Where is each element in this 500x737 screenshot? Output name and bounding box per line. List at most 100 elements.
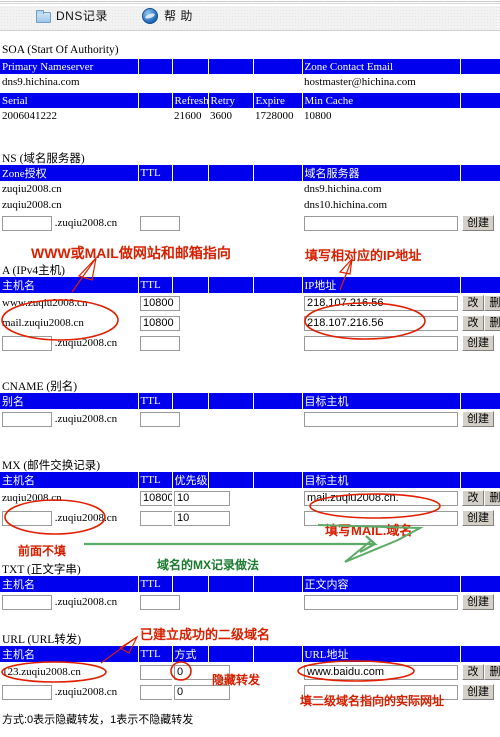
url-col-hostname: 主机名 bbox=[0, 646, 139, 662]
ns-col-blank-4 bbox=[460, 165, 500, 181]
a-new-ip-input[interactable] bbox=[304, 335, 458, 351]
ns-new-host-input[interactable] bbox=[2, 215, 52, 231]
soa-col-blank-6 bbox=[138, 93, 173, 108]
soa-data-row-1: dns9.hichina.com hostmaster@hichina.com bbox=[0, 74, 500, 90]
url-row-ttl-input[interactable] bbox=[140, 664, 172, 680]
annotation-url-host-note: 已建立成功的二级域名 bbox=[140, 627, 271, 642]
a-row-ip-cell bbox=[302, 313, 460, 333]
txt-table: 主机名 TTL 正文内容 .zuqiu2008.cn 创建 bbox=[0, 576, 500, 612]
url-host-suffix: .zuqiu2008.cn bbox=[54, 685, 118, 698]
mx-create-button[interactable]: 创建 bbox=[462, 510, 494, 526]
url-header-row: 主机名 TTL 方式 URL地址 bbox=[0, 646, 500, 662]
a-row-ip-input[interactable] bbox=[304, 315, 458, 331]
a-edit-button[interactable]: 改 bbox=[462, 315, 484, 331]
a-row-action-cell: 改删 bbox=[460, 313, 500, 333]
ns-table: Zone授权 TTL 域名服务器 zuqiu2008.cn dns9.hichi… bbox=[0, 165, 500, 233]
a-col-blank-2 bbox=[208, 277, 254, 293]
cname-new-row: .zuqiu2008.cn 创建 bbox=[0, 409, 500, 429]
mx-edit-button[interactable]: 改 bbox=[462, 490, 484, 506]
cname-new-alias-input[interactable] bbox=[2, 411, 52, 427]
a-delete-button[interactable]: 删 bbox=[484, 295, 500, 311]
soa-table-1: Primary Nameserver Zone Contact Email dn… bbox=[0, 59, 500, 90]
a-row-ttl-input[interactable] bbox=[140, 315, 180, 331]
txt-col-blank-2 bbox=[208, 576, 254, 592]
cname-new-ttl-input[interactable] bbox=[140, 411, 180, 427]
ns-new-ttl-input[interactable] bbox=[140, 215, 180, 231]
cname-col-ttl: TTL bbox=[138, 393, 173, 409]
cname-new-target-cell bbox=[302, 409, 460, 429]
a-col-ttl: TTL bbox=[138, 277, 173, 293]
mx-row-prio-cell bbox=[172, 488, 302, 508]
a-col-blank-3 bbox=[253, 277, 303, 293]
txt-new-content-input[interactable] bbox=[304, 594, 458, 610]
a-create-button[interactable]: 创建 bbox=[462, 335, 494, 351]
txt-new-ttl-input[interactable] bbox=[140, 594, 180, 610]
soa-section-title: SOA (Start Of Authority) bbox=[2, 44, 119, 56]
ns-new-target-cell bbox=[302, 213, 460, 233]
txt-create-button[interactable]: 创建 bbox=[462, 594, 494, 610]
soa-r1-blank-2 bbox=[172, 74, 208, 90]
txt-new-host-cell: .zuqiu2008.cn bbox=[0, 592, 138, 612]
mx-new-row: .zuqiu2008.cn 创建 bbox=[0, 508, 500, 528]
ns-row-blank-3 bbox=[253, 197, 302, 213]
annotation-mx-host-note: 前面不填 bbox=[18, 544, 67, 558]
a-host-suffix: .zuqiu2008.cn bbox=[54, 336, 118, 349]
mx-new-action-cell: 创建 bbox=[460, 508, 500, 528]
top-toolbar: DNS记录 帮 助 bbox=[0, 0, 500, 31]
txt-new-ttl-cell bbox=[138, 592, 302, 612]
soa-serial-value: 2006041222 bbox=[0, 108, 138, 124]
url-new-ttl-cell bbox=[138, 682, 172, 702]
txt-header-row: 主机名 TTL 正文内容 bbox=[0, 576, 500, 592]
cname-table: 别名 TTL 目标主机 .zuqiu2008.cn 创建 bbox=[0, 393, 500, 429]
url-new-host-input[interactable] bbox=[2, 684, 52, 700]
a-table: 主机名 TTL IP地址 www.zuqiu2008.cn 改删 mail.zu… bbox=[0, 277, 500, 353]
ns-row-action bbox=[460, 181, 500, 197]
a-delete-button[interactable]: 删 bbox=[484, 315, 500, 331]
table-row: zuqiu2008.cn dns10.hichina.com bbox=[0, 197, 500, 213]
soa-primary-nameserver-value: dns9.hichina.com bbox=[0, 74, 138, 90]
url-row-action-cell: 改删 bbox=[460, 662, 500, 682]
soa-col-blank-3 bbox=[208, 59, 254, 74]
a-col-hostname: 主机名 bbox=[0, 277, 139, 293]
mx-row-priority-input[interactable] bbox=[174, 490, 230, 506]
a-new-host-input[interactable] bbox=[2, 335, 52, 351]
cname-col-alias: 别名 bbox=[0, 393, 139, 409]
toolbar-item-dns-records[interactable]: DNS记录 bbox=[36, 7, 108, 24]
url-col-blank-1 bbox=[208, 646, 254, 662]
cname-new-target-input[interactable] bbox=[304, 411, 458, 427]
txt-col-content: 正文内容 bbox=[302, 576, 461, 592]
soa-col-zone-contact-email: Zone Contact Email bbox=[302, 59, 461, 74]
a-new-ttl-input[interactable] bbox=[140, 335, 180, 351]
mx-section-title: MX (邮件交换记录) bbox=[2, 460, 101, 472]
url-delete-button[interactable]: 删 bbox=[484, 664, 500, 680]
cname-create-button[interactable]: 创建 bbox=[462, 411, 494, 427]
mx-new-host-input[interactable] bbox=[2, 510, 52, 526]
ns-row-host: zuqiu2008.cn bbox=[0, 197, 138, 213]
url-new-ttl-input[interactable] bbox=[140, 684, 172, 700]
a-row-ip-input[interactable] bbox=[304, 295, 458, 311]
a-new-ip-cell bbox=[302, 333, 460, 353]
toolbar-help-label: 帮 助 bbox=[164, 9, 193, 23]
a-row-ttl-input[interactable] bbox=[140, 295, 180, 311]
ns-col-blank-1 bbox=[172, 165, 209, 181]
toolbar-item-help[interactable]: 帮 助 bbox=[142, 7, 193, 24]
mx-row-ttl-input[interactable] bbox=[140, 490, 172, 506]
folder-icon bbox=[36, 10, 51, 23]
ns-row-blank-1 bbox=[172, 197, 208, 213]
a-row-ttl-cell bbox=[138, 313, 302, 333]
txt-new-host-input[interactable] bbox=[2, 594, 52, 610]
ns-col-ttl: TTL bbox=[138, 165, 173, 181]
toolbar-dns-label: DNS记录 bbox=[56, 9, 108, 23]
url-row-url-input[interactable] bbox=[304, 664, 458, 680]
ns-create-button[interactable]: 创建 bbox=[462, 215, 494, 231]
soa-col-serial: Serial bbox=[0, 93, 139, 108]
mx-new-priority-input[interactable] bbox=[174, 510, 230, 526]
mx-delete-button[interactable]: 删 bbox=[484, 490, 500, 506]
url-create-button[interactable]: 创建 bbox=[462, 684, 494, 700]
a-edit-button[interactable]: 改 bbox=[462, 295, 484, 311]
soa-r1-blank-4 bbox=[253, 74, 302, 90]
mx-new-ttl-input[interactable] bbox=[140, 510, 172, 526]
url-edit-button[interactable]: 改 bbox=[462, 664, 484, 680]
ns-new-target-input[interactable] bbox=[304, 215, 458, 231]
mx-row-target-input[interactable] bbox=[304, 490, 458, 506]
